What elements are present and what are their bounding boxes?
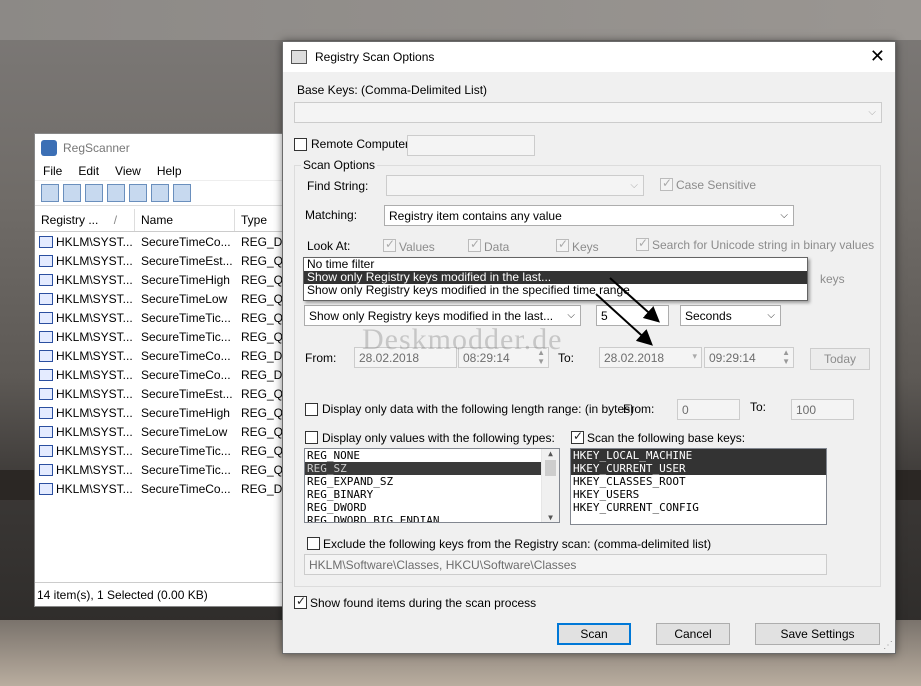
arrow-to-to-date <box>595 293 653 346</box>
annotation-arrows <box>595 277 660 346</box>
